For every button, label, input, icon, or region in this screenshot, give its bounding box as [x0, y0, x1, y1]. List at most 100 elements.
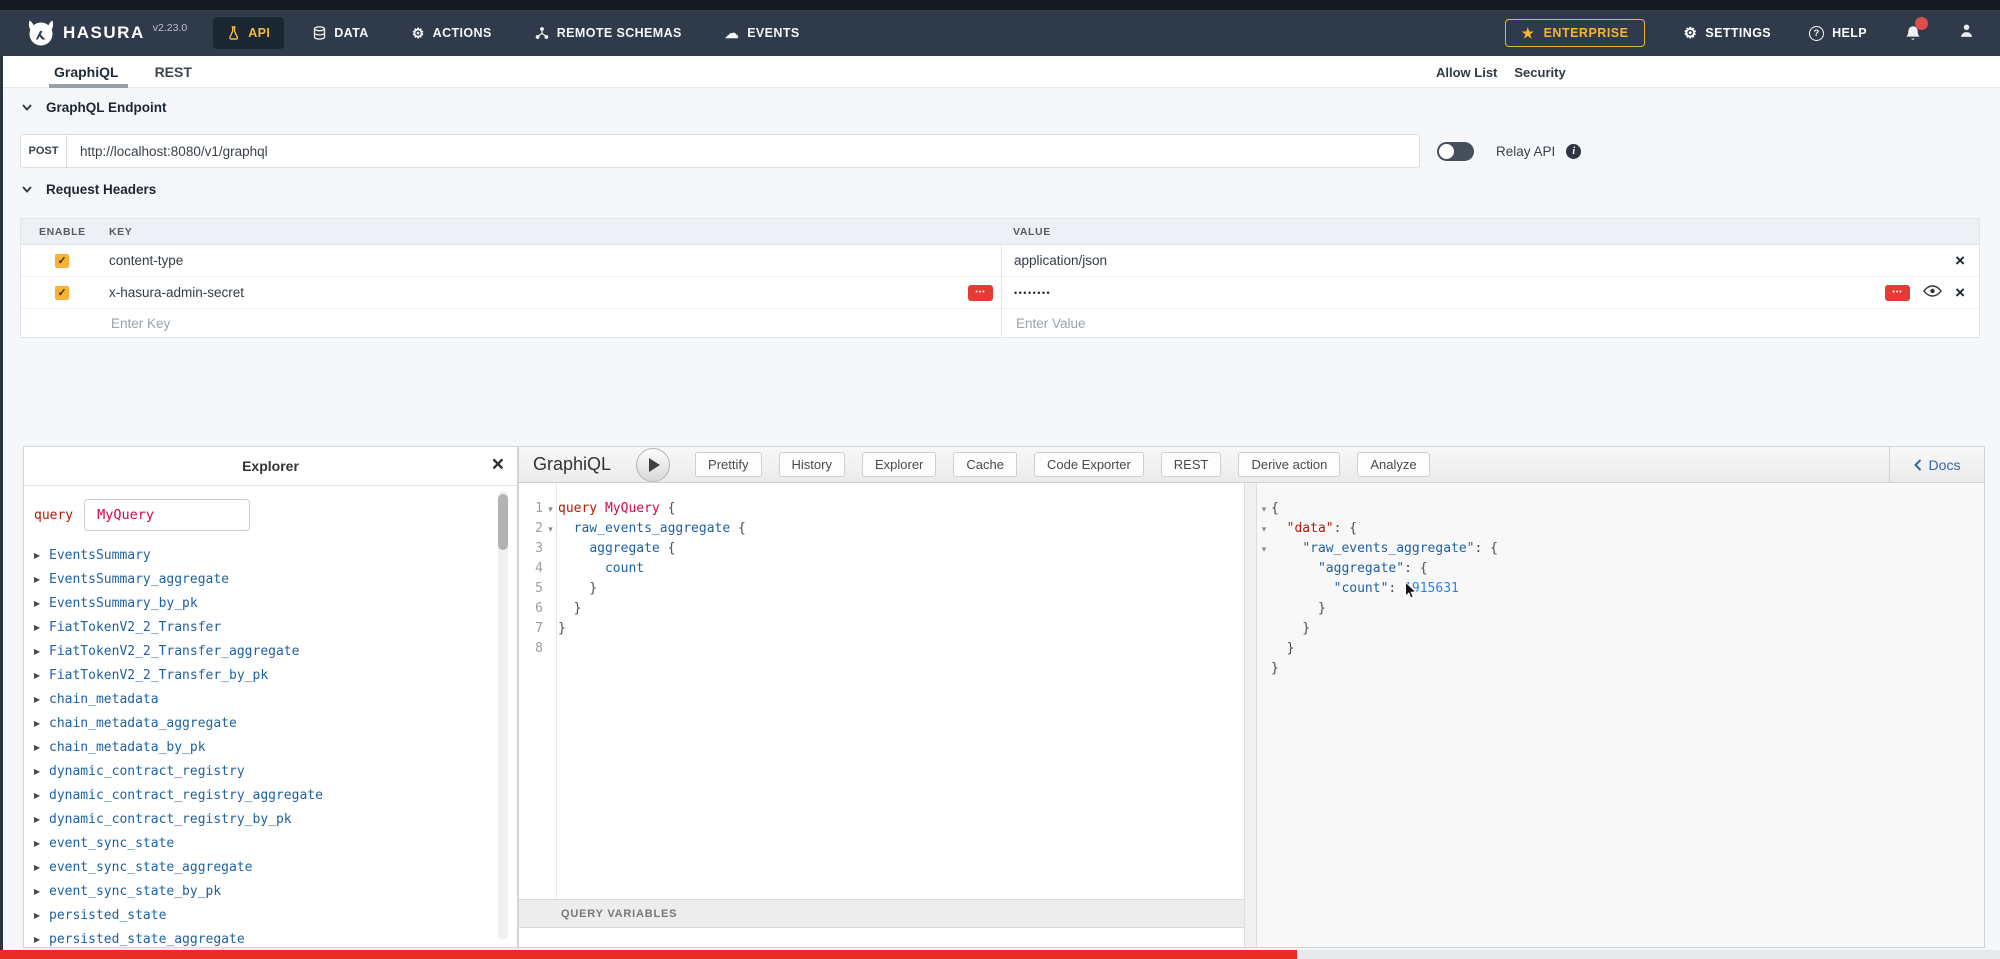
hasura-logo[interactable]: HASURA v2.23.0	[26, 18, 187, 48]
explorer-field-chain-metadata-aggregate[interactable]: ▶chain_metadata_aggregate	[24, 711, 517, 735]
header-key-cell[interactable]: x-hasura-admin-secret •••	[109, 277, 1001, 308]
response-text: "count": 1915631	[1271, 579, 1459, 599]
row-action-icons: ×	[1955, 252, 1965, 269]
api-subnav: GraphiQL REST Allow List Security	[0, 56, 2000, 88]
header-value-text: application/json	[1014, 253, 1107, 268]
triangle-right-icon: ▶	[34, 671, 49, 680]
explorer-field-fiattokenv2-2-transfer-by-pk[interactable]: ▶FiatTokenV2_2_Transfer_by_pk	[24, 663, 517, 687]
explorer-field-dynamic-contract-registry-by-pk[interactable]: ▶dynamic_contract_registry_by_pk	[24, 807, 517, 831]
notifications-button[interactable]	[1905, 25, 1921, 42]
remove-header-icon[interactable]: ×	[1955, 284, 1965, 301]
explorer-field-dynamic-contract-registry-aggregate[interactable]: ▶dynamic_contract_registry_aggregate	[24, 783, 517, 807]
response-text: "data": {	[1271, 519, 1357, 539]
triangle-right-icon: ▶	[34, 551, 49, 560]
relay-api-toggle[interactable]	[1437, 142, 1474, 161]
explorer-field-chain-metadata[interactable]: ▶chain_metadata	[24, 687, 517, 711]
enterprise-button[interactable]: ★ ENTERPRISE	[1505, 19, 1646, 47]
explorer-field-eventssummary[interactable]: ▶EventsSummary	[24, 543, 517, 567]
docs-label: Docs	[1929, 457, 1961, 473]
header-enable-checkbox[interactable]: ✓	[55, 254, 69, 268]
query-name-input[interactable]	[84, 499, 250, 531]
settings-button[interactable]: ⚙ SETTINGS	[1683, 26, 1771, 41]
explorer-scrollbar-thumb[interactable]	[498, 494, 508, 550]
query-editor-line: 7}	[519, 619, 746, 639]
header-value-text: ••••••••	[1014, 288, 1051, 298]
header-key-cell[interactable]: content-type	[109, 245, 1001, 276]
eye-icon[interactable]	[1923, 285, 1942, 300]
topnav-item-label: EVENTS	[747, 26, 799, 40]
explorer-field-fiattokenv2-2-transfer-aggregate[interactable]: ▶FiatTokenV2_2_Transfer_aggregate	[24, 639, 517, 663]
fold-spacer	[543, 579, 558, 599]
query-editor-line: 3 aggregate {	[519, 539, 746, 559]
tab-graphiql-label: GraphiQL	[54, 64, 119, 80]
line-number: 2	[519, 519, 543, 539]
security-link[interactable]: Security	[1514, 65, 1565, 80]
query-editor-line: 8	[519, 639, 746, 659]
explorer-field-eventssummary-aggregate[interactable]: ▶EventsSummary_aggregate	[24, 567, 517, 591]
docs-button[interactable]: Docs	[1889, 447, 1984, 482]
settings-label: SETTINGS	[1705, 26, 1771, 40]
topnav-item-actions[interactable]: ⚙ACTIONS	[398, 17, 506, 49]
toolbar-button-explorer[interactable]: Explorer	[862, 452, 936, 477]
response-line: ▾ "data": {	[1257, 519, 1498, 539]
topnav-item-api[interactable]: API	[213, 17, 284, 49]
new-header-value-input[interactable]	[1014, 315, 1921, 332]
masked-badge[interactable]: •••	[968, 285, 993, 301]
column-header-enable: ENABLE	[21, 226, 109, 238]
endpoint-url-input[interactable]	[67, 134, 1420, 168]
line-number: 8	[519, 639, 543, 659]
response-line: "aggregate": {	[1257, 559, 1498, 579]
chevron-down-icon	[22, 104, 32, 111]
header-value-cell[interactable]: application/json ×	[1001, 245, 1979, 276]
explorer-field-eventssummary-by-pk[interactable]: ▶EventsSummary_by_pk	[24, 591, 517, 615]
table-body: ✓ content-type application/json × ✓ x-hasura-…	[21, 245, 1979, 308]
explorer-field-label: chain_metadata	[49, 692, 159, 707]
editor-scrollbar-strip[interactable]	[1244, 483, 1257, 947]
new-header-key-input[interactable]	[109, 315, 960, 332]
toolbar-button-history[interactable]: History	[779, 452, 845, 477]
header-enable-checkbox[interactable]: ✓	[55, 286, 69, 300]
allow-list-link[interactable]: Allow List	[1436, 65, 1497, 80]
toolbar-button-analyze[interactable]: Analyze	[1357, 452, 1429, 477]
explorer-field-fiattokenv2-2-transfer[interactable]: ▶FiatTokenV2_2_Transfer	[24, 615, 517, 639]
triangle-right-icon: ▶	[34, 839, 49, 848]
fold-spacer	[1257, 619, 1271, 639]
tab-rest-label: REST	[155, 64, 192, 80]
header-value-cell[interactable]: •••••••••••×	[1001, 277, 1979, 308]
topnav-item-remote-schemas[interactable]: REMOTE SCHEMAS	[521, 17, 696, 49]
toolbar-button-code-exporter[interactable]: Code Exporter	[1034, 452, 1144, 477]
info-icon[interactable]: i	[1566, 144, 1581, 159]
code-text: count	[558, 559, 644, 579]
explorer-field-event-sync-state-by-pk[interactable]: ▶event_sync_state_by_pk	[24, 879, 517, 903]
remove-header-icon[interactable]: ×	[1955, 252, 1965, 269]
toolbar-button-prettify[interactable]: Prettify	[695, 452, 761, 477]
toolbar-button-rest[interactable]: REST	[1161, 452, 1222, 477]
query-variables-bar[interactable]: QUERY VARIABLES	[519, 899, 1244, 928]
user-icon	[1959, 23, 1974, 38]
row-action-icons: ••• ×	[1885, 284, 1965, 301]
explorer-field-persisted-state[interactable]: ▶persisted_state	[24, 903, 517, 927]
header-key-text: x-hasura-admin-secret	[109, 285, 244, 300]
topnav-item-events[interactable]: ☁EVENTS	[711, 17, 814, 49]
graphql-endpoint-section-header[interactable]: GraphQL Endpoint	[22, 100, 167, 115]
toolbar-button-derive-action[interactable]: Derive action	[1238, 452, 1340, 477]
explorer-field-persisted-state-aggregate[interactable]: ▶persisted_state_aggregate	[24, 927, 517, 948]
tab-graphiql[interactable]: GraphiQL	[54, 56, 119, 88]
explorer-field-event-sync-state-aggregate[interactable]: ▶event_sync_state_aggregate	[24, 855, 517, 879]
explorer-field-event-sync-state[interactable]: ▶event_sync_state	[24, 831, 517, 855]
tab-rest[interactable]: REST	[155, 56, 192, 88]
topnav-item-data[interactable]: DATA	[299, 17, 382, 49]
triangle-right-icon: ▶	[34, 935, 49, 944]
explorer-field-chain-metadata-by-pk[interactable]: ▶chain_metadata_by_pk	[24, 735, 517, 759]
response-text: "raw_events_aggregate": {	[1271, 539, 1498, 559]
toolbar-button-cache[interactable]: Cache	[953, 452, 1017, 477]
user-menu-button[interactable]	[1959, 23, 1974, 43]
explorer-field-dynamic-contract-registry[interactable]: ▶dynamic_contract_registry	[24, 759, 517, 783]
close-icon[interactable]: ×	[492, 452, 504, 477]
masked-badge[interactable]: •••	[1885, 285, 1910, 301]
request-headers-section-header[interactable]: Request Headers	[22, 182, 156, 197]
notification-badge	[1915, 17, 1928, 30]
query-editor-pane[interactable]: 1▾query MyQuery {2▾ raw_events_aggregate…	[519, 483, 1244, 947]
help-button[interactable]: ? HELP	[1809, 26, 1867, 41]
execute-query-button[interactable]	[636, 448, 670, 482]
